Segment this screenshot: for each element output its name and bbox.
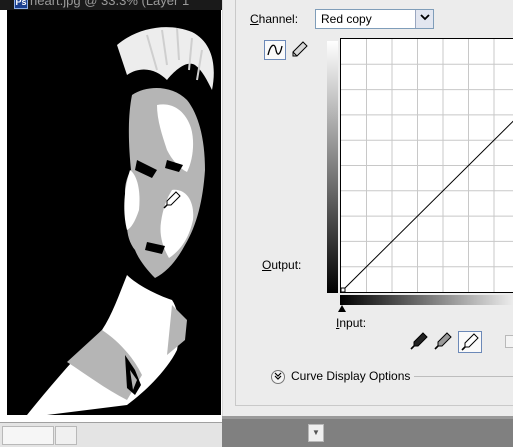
- chevron-down-icon[interactable]: [415, 10, 433, 28]
- curve-display-options-label[interactable]: Curve Display Options: [291, 369, 410, 383]
- white-eyedropper-icon: [461, 333, 479, 351]
- gray-eyedropper-icon: [434, 332, 452, 350]
- section-divider: [414, 376, 513, 377]
- curve-tool-icon: [267, 44, 283, 56]
- curve-control-point[interactable]: [340, 287, 346, 293]
- channel-select-value: Red copy: [321, 12, 372, 26]
- eyedropper-cursor-icon: [163, 191, 181, 209]
- posterized-portrait-image: [7, 10, 221, 415]
- black-point-eyedropper-button[interactable]: [408, 331, 432, 353]
- zoom-status-field[interactable]: [2, 426, 54, 445]
- document-status-bar: [0, 422, 222, 447]
- document-window: Ps heart.jpg @ 33.3% (Layer 1: [0, 0, 222, 447]
- scroll-down-arrow-icon[interactable]: ▼: [308, 424, 324, 442]
- photoshop-document-icon: Ps: [14, 0, 28, 9]
- output-label-mnemonic: O: [262, 258, 272, 272]
- channel-label-text: hannel:: [258, 12, 299, 26]
- gray-point-eyedropper-button[interactable]: [432, 331, 456, 353]
- channel-label: Channel:: [250, 12, 298, 26]
- document-title: heart.jpg @ 33.3% (Layer 1: [30, 0, 190, 8]
- curves-graph[interactable]: [340, 38, 513, 293]
- channel-select[interactable]: Red copy: [315, 9, 434, 29]
- curves-dialog: Channel: Red copy Output: Input: Curve D…: [222, 0, 513, 416]
- status-nav-button[interactable]: [55, 426, 77, 445]
- pencil-icon: [292, 41, 308, 57]
- output-gradient-bar: [327, 41, 338, 293]
- document-title-bar[interactable]: Ps heart.jpg @ 33.3% (Layer 1: [0, 0, 222, 10]
- curves-grid: [340, 39, 513, 293]
- show-clipping-checkbox[interactable]: [505, 335, 513, 348]
- curves-panel-frame: Channel: Red copy Output: Input: Curve D…: [235, 0, 513, 406]
- input-label: Input:: [336, 316, 366, 330]
- black-eyedropper-icon: [410, 332, 428, 350]
- image-canvas[interactable]: [7, 10, 221, 415]
- input-gradient-bar: [340, 295, 513, 305]
- dialog-bottom-edge: [222, 416, 513, 419]
- expand-chevron-icon[interactable]: [271, 370, 285, 384]
- channel-label-mnemonic: C: [250, 12, 259, 26]
- output-label: Output:: [262, 258, 301, 272]
- output-label-text: utput:: [271, 258, 302, 272]
- pencil-tool-button[interactable]: [289, 40, 311, 60]
- curve-point-tool-button[interactable]: [264, 40, 286, 60]
- black-point-slider-handle[interactable]: [338, 305, 346, 312]
- white-point-eyedropper-button[interactable]: [458, 331, 482, 353]
- input-label-text: nput:: [339, 316, 367, 330]
